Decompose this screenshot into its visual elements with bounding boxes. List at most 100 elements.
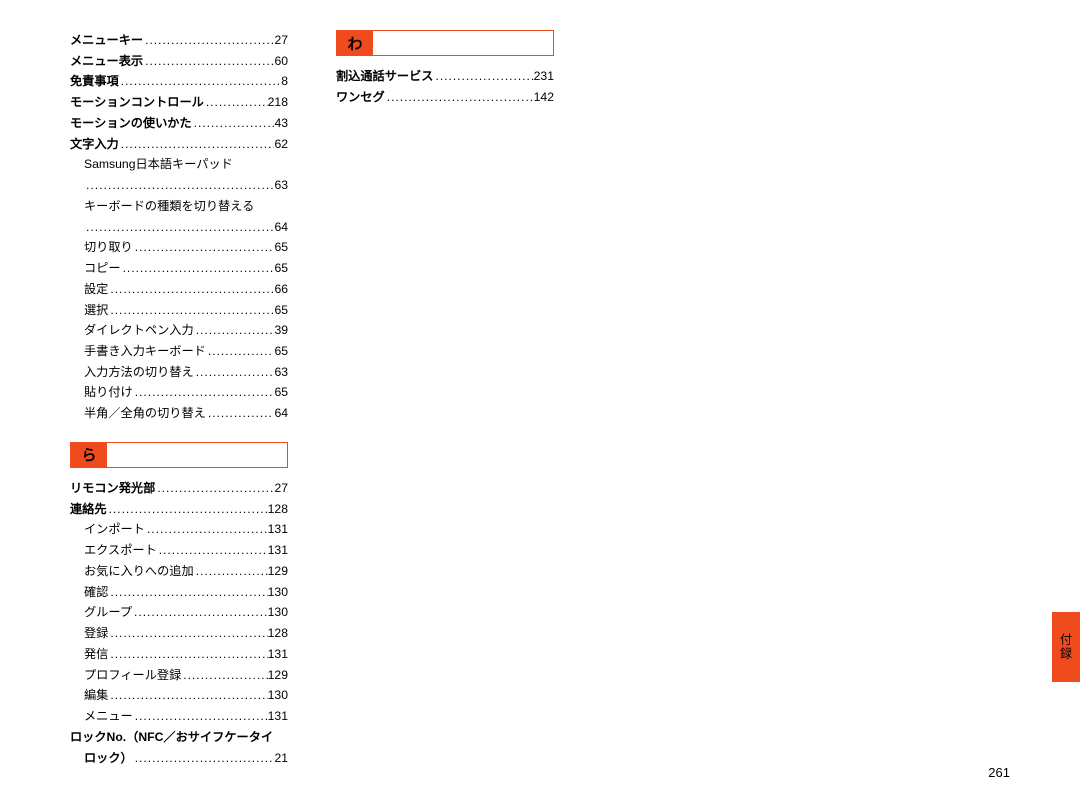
index-entry: 文字入力 62 (70, 134, 288, 155)
index-entry-label: モーションコントロール (70, 92, 204, 113)
leader-dots (108, 623, 267, 643)
leader-dots (108, 685, 267, 705)
index-entry-page: 64 (274, 403, 288, 424)
index-entry: ロックNo.（NFC／おサイフケータイ (70, 727, 288, 748)
index-column-2: わ 割込通話サービス231ワンセグ142 (336, 30, 554, 768)
index-entry-label: メニュー表示 (70, 51, 143, 72)
index-entry-page: 218 (268, 92, 288, 113)
index-entry-label: キーボードの種類を切り替える (84, 196, 288, 217)
leader-dots (84, 217, 274, 238)
index-column-1: メニューキー27メニュー表示60免責事項8モーションコントロール218モーション… (70, 30, 288, 768)
index-entry-label: 選択 (84, 300, 108, 321)
leader-dots (133, 706, 268, 726)
leader-dots (107, 499, 268, 519)
leader-dots (108, 644, 267, 664)
index-entry-page: 65 (274, 258, 288, 279)
index-entry: 免責事項8 (70, 71, 288, 92)
index-entry: モーションコントロール 218 (70, 92, 288, 113)
leader-dots (194, 362, 275, 382)
index-entry-label: 登録 (84, 623, 108, 644)
index-entry-page: 131 (268, 540, 288, 561)
section-heading-wa-label: わ (347, 33, 362, 54)
index-entry: 選択 65 (70, 300, 288, 321)
index-entry-label: 手書き入力キーボード (84, 341, 206, 362)
index-entry-label: 貼り付け (84, 382, 133, 403)
index-entry: 切り取り65 (70, 237, 288, 258)
section-heading-ra: ら (70, 442, 288, 468)
leader-dots (145, 519, 268, 539)
leader-dots (108, 300, 274, 320)
index-entry: お気に入りへの追加129 (70, 561, 288, 582)
index-entry: 手書き入力キーボード 65 (70, 341, 288, 362)
index-entry: 連絡先 128 (70, 499, 288, 520)
index-entry-label: メニューキー (70, 30, 143, 51)
index-entry-label: Samsung日本語キーパッド (84, 154, 288, 175)
index-entry-page: 60 (274, 51, 288, 72)
index-entry-page: 65 (274, 300, 288, 321)
index-entry: 設定 66 (70, 279, 288, 300)
leader-dots (119, 134, 275, 154)
index-entry-page: 130 (268, 582, 288, 603)
index-entry: メニュー表示 60 (70, 51, 288, 72)
index-entry-label: ロック） (84, 748, 133, 769)
index-entry-page: 63 (274, 362, 288, 383)
index-entry-page: 130 (268, 685, 288, 706)
index-entry-label: インポート (84, 519, 145, 540)
leader-dots (194, 320, 275, 340)
leader-dots (133, 237, 275, 257)
leader-dots (108, 582, 267, 602)
index-entry-label: グループ (84, 602, 132, 623)
page-number: 261 (988, 765, 1010, 780)
index-entry-label: 編集 (84, 685, 108, 706)
index-entry-label: 半角／全角の切り替え (84, 403, 206, 424)
index-entry-page: 131 (268, 519, 288, 540)
index-entry: コピー65 (70, 258, 288, 279)
index-entry: メニュー131 (70, 706, 288, 727)
index-entry-page: 65 (274, 341, 288, 362)
index-entry: 確認130 (70, 582, 288, 603)
index-entry-page: 21 (274, 748, 288, 769)
index-entry-page: 129 (268, 561, 288, 582)
leader-dots (155, 478, 274, 498)
index-entry-label: 設定 (84, 279, 108, 300)
leader-dots (133, 382, 275, 402)
index-entry-multiline: キーボードの種類を切り替える64 (70, 196, 288, 237)
index-entry: 入力方法の切り替え63 (70, 362, 288, 383)
index-entry-page: 142 (534, 87, 554, 108)
leader-dots (133, 748, 275, 768)
index-entry-page: 131 (268, 644, 288, 665)
index-entry-multiline: Samsung日本語キーパッド63 (70, 154, 288, 195)
index-entry-label: モーションの使いかた (70, 113, 192, 134)
section-heading-ra-label: ら (81, 444, 96, 465)
index-entry: メニューキー 27 (70, 30, 288, 51)
leader-dots (204, 92, 268, 112)
side-tab-appendix: 付録 (1052, 612, 1080, 682)
index-entry: ワンセグ142 (336, 87, 554, 108)
index-entry-page: 27 (274, 478, 288, 499)
leader-dots (121, 258, 275, 278)
index-entry-label: プロフィール登録 (84, 665, 181, 686)
index-entry-page: 27 (274, 30, 288, 51)
leader-dots (181, 665, 267, 685)
index-entry-page: 8 (281, 71, 288, 92)
index-entry: ダイレクトペン入力 39 (70, 320, 288, 341)
index-entry-page: 63 (274, 175, 288, 196)
index-entry-label: 文字入力 (70, 134, 119, 155)
leader-dots (192, 113, 275, 133)
index-entry: リモコン発光部27 (70, 478, 288, 499)
index-entry-page: 129 (268, 665, 288, 686)
index-entry-page: 66 (274, 279, 288, 300)
index-entry-page: 39 (274, 320, 288, 341)
index-entry-page: 128 (268, 499, 288, 520)
index-entry: インポート 131 (70, 519, 288, 540)
index-entry-label: 発信 (84, 644, 108, 665)
index-entry-page: 62 (274, 134, 288, 155)
index-entry-page: 231 (534, 66, 554, 87)
leader-dots (143, 30, 274, 50)
leader-dots (119, 71, 281, 91)
index-entry-page: 131 (268, 706, 288, 727)
index-entry-label: ダイレクトペン入力 (84, 320, 194, 341)
index-entry-label: 連絡先 (70, 499, 107, 520)
index-entry: 割込通話サービス231 (336, 66, 554, 87)
index-entry-label: 切り取り (84, 237, 133, 258)
